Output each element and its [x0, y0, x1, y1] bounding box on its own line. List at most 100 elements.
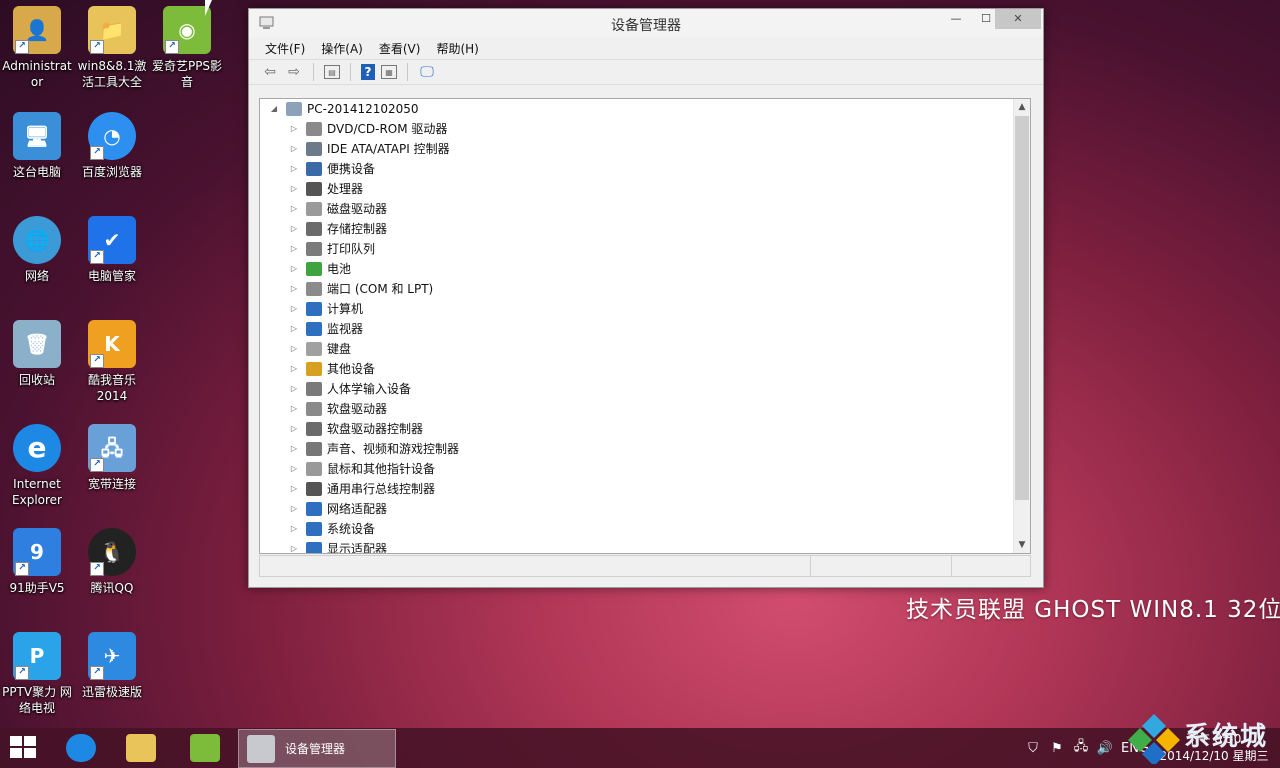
- expand-arrow-icon[interactable]: ▷: [288, 479, 300, 499]
- back-button[interactable]: ⇦: [261, 63, 279, 81]
- expand-arrow-icon[interactable]: ▷: [288, 419, 300, 439]
- desktop-icon-91-assistant[interactable]: 9 ↗ 91助手V5: [0, 528, 74, 596]
- desktop-icon-qq[interactable]: 🐧 ↗ 腾讯QQ: [75, 528, 149, 596]
- expand-arrow-icon[interactable]: ▷: [288, 219, 300, 239]
- menu-action[interactable]: 操作(A): [313, 40, 371, 57]
- network-status-icon[interactable]: 🖧: [1072, 739, 1090, 756]
- tree-device-category[interactable]: ▷ 软盘驱动器控制器: [288, 419, 423, 439]
- expand-arrow-icon[interactable]: ▷: [288, 119, 300, 139]
- device-category-icon: [306, 362, 322, 376]
- tree-device-category[interactable]: ▷ 磁盘驱动器: [288, 199, 387, 219]
- expand-arrow-icon[interactable]: ▷: [288, 539, 300, 553]
- desktop-icon-network[interactable]: 🌐 网络: [0, 216, 74, 284]
- device-category-icon: [306, 382, 322, 396]
- tree-device-category[interactable]: ▷ 通用串行总线控制器: [288, 479, 435, 499]
- expand-arrow-icon[interactable]: ▷: [288, 239, 300, 259]
- device-tree-panel[interactable]: ◢ PC-201412102050 ▷ DVD/CD-ROM 驱动器 ▷ IDE AT…: [259, 98, 1031, 554]
- taskbar: 设备管理器 ⛉ ⚑ 🖧 🔊 ENG 下午 8:50 2014/12/10 星期三: [0, 728, 1280, 768]
- scroll-down-arrow-icon[interactable]: ▼: [1014, 537, 1030, 553]
- desktop-icon-recycle-bin[interactable]: 🗑 回收站: [0, 320, 74, 388]
- expand-arrow-icon[interactable]: ▷: [288, 459, 300, 479]
- tree-device-category[interactable]: ▷ 存储控制器: [288, 219, 387, 239]
- desktop-icon-this-pc[interactable]: 🖥 这台电脑: [0, 112, 74, 180]
- tree-device-category[interactable]: ▷ 计算机: [288, 299, 363, 319]
- toolbar-separator: [407, 63, 408, 81]
- action-center-flag-icon[interactable]: ⚑: [1048, 740, 1066, 756]
- expand-arrow-icon[interactable]: ▷: [288, 299, 300, 319]
- tree-device-category[interactable]: ▷ DVD/CD-ROM 驱动器: [288, 119, 447, 139]
- expand-arrow-icon[interactable]: ▷: [288, 519, 300, 539]
- scroll-up-arrow-icon[interactable]: ▲: [1014, 99, 1030, 115]
- taskbar-file-explorer[interactable]: [112, 730, 170, 766]
- security-shield-icon[interactable]: ⛉: [1024, 740, 1042, 756]
- network-connection-icon: 🖧 ↗: [88, 424, 136, 472]
- device-category-icon: [306, 182, 322, 196]
- forward-button[interactable]: ⇨: [285, 63, 303, 81]
- tree-device-category[interactable]: ▷ 网络适配器: [288, 499, 387, 519]
- tree-device-category[interactable]: ▷ 端口 (COM 和 LPT): [288, 279, 433, 299]
- device-category-icon: [306, 502, 322, 516]
- desktop-icon-baidu-browser[interactable]: ◔ ↗ 百度浏览器: [75, 112, 149, 180]
- minimize-button[interactable]: —: [941, 9, 971, 29]
- help-button[interactable]: ?: [361, 64, 375, 80]
- tree-device-category[interactable]: ▷ 声音、视频和游戏控制器: [288, 439, 459, 459]
- window-titlebar[interactable]: 设备管理器 — ☐ ✕: [249, 9, 1043, 37]
- expand-arrow-icon[interactable]: ▷: [288, 319, 300, 339]
- tree-device-category[interactable]: ▷ 打印队列: [288, 239, 375, 259]
- properties-button[interactable]: ▦: [381, 65, 397, 79]
- scan-hardware-button[interactable]: 🖵: [418, 63, 436, 81]
- show-hide-console-tree-button[interactable]: ▤: [324, 65, 340, 79]
- expand-arrow-icon[interactable]: ▷: [288, 439, 300, 459]
- tree-device-category[interactable]: ▷ 系统设备: [288, 519, 375, 539]
- tree-device-category[interactable]: ▷ 鼠标和其他指针设备: [288, 459, 435, 479]
- volume-icon[interactable]: 🔊: [1096, 740, 1114, 756]
- device-manager-window[interactable]: 设备管理器 — ☐ ✕ 文件(F) 操作(A) 查看(V) 帮助(H) ⇦ ⇨ …: [248, 8, 1044, 588]
- desktop-icon-broadband[interactable]: 🖧 ↗ 宽带连接: [75, 424, 149, 492]
- expand-arrow-icon[interactable]: ▷: [288, 339, 300, 359]
- scrollbar-thumb[interactable]: [1015, 116, 1029, 500]
- menu-view[interactable]: 查看(V): [371, 40, 429, 57]
- menu-bar: 文件(F) 操作(A) 查看(V) 帮助(H): [249, 37, 1043, 59]
- tree-device-category[interactable]: ▷ 键盘: [288, 339, 351, 359]
- tree-device-category[interactable]: ▷ IDE ATA/ATAPI 控制器: [288, 139, 450, 159]
- tree-device-category[interactable]: ▷ 人体学输入设备: [288, 379, 411, 399]
- close-button[interactable]: ✕: [995, 9, 1041, 29]
- expand-arrow-icon[interactable]: ▷: [288, 159, 300, 179]
- desktop-icon-iqiyi-pps[interactable]: ◉ ↗ 爱奇艺PPS影音: [150, 6, 224, 90]
- tree-item-label: 人体学输入设备: [327, 382, 412, 396]
- desktop-icon-xunlei[interactable]: ✈ ↗ 迅雷极速版: [75, 632, 149, 700]
- expand-arrow-icon[interactable]: ▷: [288, 139, 300, 159]
- expand-arrow-icon[interactable]: ▷: [288, 279, 300, 299]
- taskbar-ie[interactable]: [52, 730, 110, 766]
- tree-device-category[interactable]: ▷ 电池: [288, 259, 351, 279]
- collapse-arrow-icon[interactable]: ◢: [268, 99, 280, 119]
- taskbar-iqiyi[interactable]: [176, 730, 234, 766]
- tree-device-category[interactable]: ▷ 处理器: [288, 179, 363, 199]
- desktop-icon-activation-tools[interactable]: 📁 ↗ win8&8.1激活工具大全: [75, 6, 149, 90]
- xunlei-bird-icon: ✈ ↗: [88, 632, 136, 680]
- tree-root[interactable]: ◢ PC-201412102050: [268, 99, 419, 119]
- desktop-icon-pc-manager[interactable]: ✔ ↗ 电脑管家: [75, 216, 149, 284]
- menu-file[interactable]: 文件(F): [257, 40, 313, 57]
- expand-arrow-icon[interactable]: ▷: [288, 379, 300, 399]
- expand-arrow-icon[interactable]: ▷: [288, 259, 300, 279]
- tree-device-category[interactable]: ▷ 便携设备: [288, 159, 375, 179]
- expand-arrow-icon[interactable]: ▷: [288, 179, 300, 199]
- tree-device-category[interactable]: ▷ 监视器: [288, 319, 363, 339]
- start-button[interactable]: [10, 736, 38, 760]
- desktop-icon-pptv[interactable]: P ↗ PPTV聚力 网络电视: [0, 632, 74, 716]
- tree-device-category[interactable]: ▷ 软盘驱动器: [288, 399, 387, 419]
- expand-arrow-icon[interactable]: ▷: [288, 359, 300, 379]
- desktop-icon-kuwo-music[interactable]: K ↗ 酷我音乐2014: [75, 320, 149, 404]
- desktop-icon-administrator[interactable]: 👤 ↗ Administrator: [0, 6, 74, 90]
- desktop-icon-internet-explorer[interactable]: e Internet Explorer: [0, 424, 74, 508]
- expand-arrow-icon[interactable]: ▷: [288, 499, 300, 519]
- tree-device-category[interactable]: ▷ 其他设备: [288, 359, 375, 379]
- expand-arrow-icon[interactable]: ▷: [288, 399, 300, 419]
- tree-item-label: 磁盘驱动器: [327, 202, 388, 216]
- vertical-scrollbar[interactable]: ▲ ▼: [1013, 99, 1030, 553]
- tree-device-category[interactable]: ▷ 显示适配器: [288, 539, 387, 553]
- taskbar-device-manager[interactable]: 设备管理器: [238, 729, 396, 768]
- menu-help[interactable]: 帮助(H): [428, 40, 486, 57]
- expand-arrow-icon[interactable]: ▷: [288, 199, 300, 219]
